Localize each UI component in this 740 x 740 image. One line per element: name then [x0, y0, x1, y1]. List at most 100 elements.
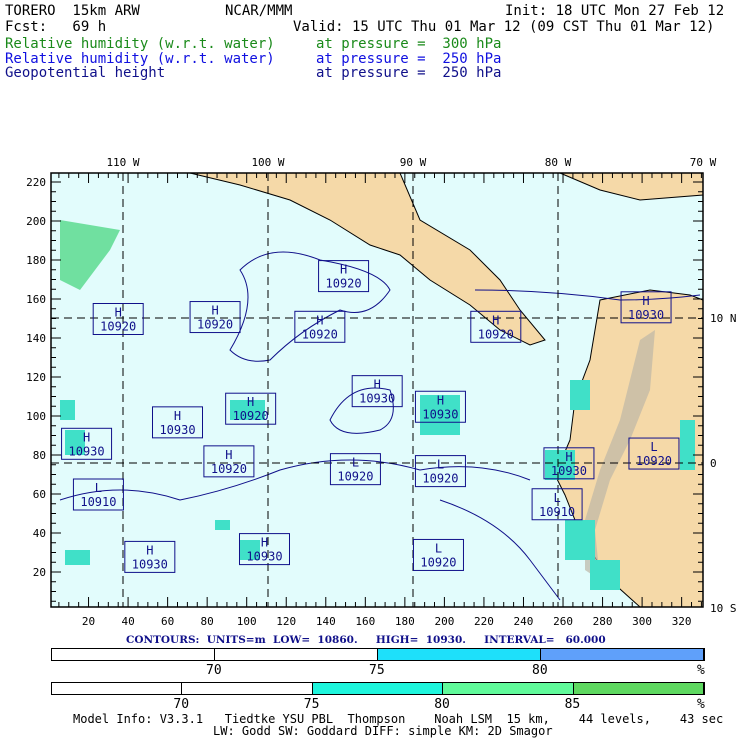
center-value: 10920	[326, 277, 362, 291]
longitude-label: 70 W	[690, 156, 717, 169]
field-2-level: at pressure = 250 hPa	[316, 51, 502, 67]
center-value: 10910	[80, 495, 116, 509]
colorbar-segment	[378, 649, 541, 660]
colorbar-rh-250	[51, 648, 705, 661]
x-tick-label: 140	[316, 615, 336, 628]
colorbar-label: %	[697, 663, 705, 678]
longitude-label: 100 W	[251, 156, 284, 169]
latitude-label: 0	[710, 457, 717, 470]
x-tick-label: 60	[161, 615, 174, 628]
y-tick-label: 200	[26, 215, 46, 228]
latitude-label: 10 S	[710, 602, 737, 615]
center-value: 10910	[539, 505, 575, 519]
longitude-label: 80 W	[545, 156, 572, 169]
center-type: L	[437, 458, 444, 472]
colorbar-label: 70	[206, 663, 222, 678]
x-tick-label: 160	[355, 615, 375, 628]
latitude-label: 10 N	[710, 312, 737, 325]
x-tick-label: 320	[672, 615, 692, 628]
x-tick-label: 260	[553, 615, 573, 628]
x-tick-label: 240	[514, 615, 534, 628]
center-value: 10920	[636, 454, 672, 468]
center-value: 10930	[422, 407, 458, 421]
colorbar-label: 75	[303, 697, 320, 712]
center-type: H	[565, 450, 572, 464]
field-1-level: at pressure = 300 hPa	[316, 36, 502, 52]
center-value: 10920	[422, 472, 458, 486]
valid-time: Valid: 15 UTC Thu 01 Mar 12 (09 CST Thu …	[293, 19, 715, 35]
x-tick-label: 120	[276, 615, 296, 628]
center-type: H	[225, 448, 232, 462]
center-type: H	[492, 313, 499, 327]
center-type: H	[174, 409, 181, 423]
center-type: H	[83, 430, 90, 444]
colorbar-label: 70	[173, 697, 190, 712]
field-3-name: Geopotential height	[5, 65, 166, 81]
center-type: L	[352, 456, 359, 470]
model-info-line2: LW: Godd SW: Goddard DIFF: simple KM: 2D…	[213, 724, 553, 738]
center-value: 10930	[628, 308, 664, 322]
center-value: 10930	[246, 550, 282, 564]
center-value: 10930	[132, 557, 168, 571]
center-value: 10920	[337, 470, 373, 484]
y-tick-label: 60	[33, 488, 46, 501]
colorbar-label: %	[697, 697, 705, 712]
center-value: 10930	[69, 444, 105, 458]
x-tick-label: 200	[434, 615, 454, 628]
colorbar-segment	[541, 649, 704, 660]
field-3-level: at pressure = 250 hPa	[316, 65, 502, 81]
center-type: H	[340, 263, 347, 277]
y-tick-label: 20	[33, 566, 46, 579]
center-value: 10920	[233, 409, 269, 423]
org-label: NCAR/MMM	[225, 3, 293, 19]
center-type: H	[374, 378, 381, 392]
y-tick-label: 120	[26, 371, 46, 384]
y-tick-label: 80	[33, 449, 46, 462]
x-tick-label: 280	[593, 615, 613, 628]
center-value: 10930	[359, 392, 395, 406]
center-type: H	[247, 395, 254, 409]
center-type: H	[211, 304, 218, 318]
center-value: 10930	[159, 423, 195, 437]
colorbar-segment	[52, 683, 183, 694]
x-tick-label: 180	[395, 615, 415, 628]
x-tick-label: 300	[632, 615, 652, 628]
y-tick-label: 160	[26, 293, 46, 306]
center-value: 10920	[100, 320, 136, 334]
colorbar-label: 85	[564, 697, 581, 712]
center-type: H	[261, 536, 268, 550]
y-tick-label: 140	[26, 332, 46, 345]
colorbar-label: 80	[434, 697, 450, 712]
center-value: 10930	[551, 464, 587, 478]
colorbar-segment	[312, 683, 444, 694]
field-1-name: Relative humidity (w.r.t. water)	[5, 36, 275, 52]
center-type: H	[437, 393, 444, 407]
contour-info: CONTOURS: UNITS=m LOW= 10860. HIGH= 1093…	[126, 634, 606, 646]
colorbar-label: 80	[532, 663, 548, 678]
longitude-label: 90 W	[400, 156, 427, 169]
y-tick-label: 180	[26, 254, 46, 267]
center-value: 10920	[420, 555, 456, 569]
colorbar-rh-300	[51, 682, 705, 695]
center-type: H	[316, 313, 323, 327]
center-type: L	[95, 481, 102, 495]
center-type: L	[553, 491, 560, 505]
center-type: H	[115, 306, 122, 320]
center-type: L	[650, 440, 657, 454]
colorbar-segment	[443, 683, 574, 694]
colorbar-segment	[182, 683, 313, 694]
field-2-name: Relative humidity (w.r.t. water)	[5, 51, 275, 67]
center-value: 10920	[302, 327, 338, 341]
center-value: 10920	[197, 318, 233, 332]
y-tick-label: 100	[26, 410, 46, 423]
center-type: H	[642, 294, 649, 308]
model-title: TORERO 15km ARW	[5, 3, 140, 19]
center-value: 10920	[478, 327, 514, 341]
init-time: Init: 18 UTC Mon 27 Feb 12	[505, 3, 725, 19]
x-tick-label: 80	[201, 615, 214, 628]
center-type: L	[435, 541, 442, 555]
colorbar-segment	[573, 683, 704, 694]
longitude-label: 110 W	[106, 156, 139, 169]
center-value: 10920	[211, 462, 247, 476]
y-tick-label: 220	[26, 176, 46, 189]
